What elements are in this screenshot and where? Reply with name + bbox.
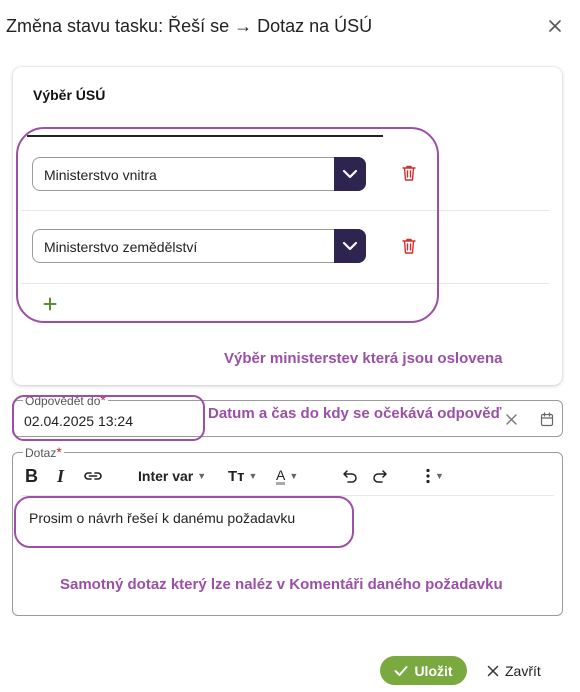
undo-button[interactable] — [342, 463, 358, 489]
link-button[interactable] — [83, 463, 103, 489]
text-size-icon: Tт — [228, 467, 245, 485]
trash-icon[interactable] — [401, 164, 417, 182]
annotation-deadline: Datum a čas do kdy se očekává odpověď — [208, 405, 502, 422]
ministry-select-2[interactable]: Ministerstvo zemědělství — [32, 229, 366, 263]
row-divider — [21, 283, 549, 284]
redo-button[interactable] — [372, 463, 388, 489]
annotation-query: Samotný dotaz který lze naléz v Komentář… — [60, 576, 503, 593]
close-label: Zavřít — [505, 662, 541, 679]
save-label: Uložit — [414, 662, 453, 679]
ministry-select-value: Ministerstvo zemědělství — [44, 239, 198, 255]
calendar-icon[interactable] — [540, 412, 554, 427]
dropdown-button[interactable] — [334, 157, 366, 191]
redo-icon — [373, 470, 387, 483]
clear-icon[interactable] — [505, 413, 518, 426]
add-icon[interactable] — [43, 297, 57, 311]
link-icon — [84, 472, 102, 480]
more-options-button[interactable]: ▼ — [425, 463, 444, 489]
ministry-select-1[interactable]: Ministerstvo vnitra — [32, 157, 366, 191]
editor-toolbar: B I Inter var ▼ Tт ▼ A ▼ ▼ — [13, 463, 562, 489]
deadline-value: 02.04.2025 13:24 — [24, 413, 133, 429]
undo-icon — [343, 470, 357, 483]
text-size-button[interactable]: Tт ▼ — [228, 463, 257, 489]
required-mark: * — [56, 444, 62, 460]
query-label: Dotaz* — [23, 444, 64, 460]
font-family-select[interactable]: Inter var ▼ — [138, 463, 206, 489]
check-icon — [394, 665, 408, 676]
bold-button[interactable]: B — [25, 463, 38, 489]
dialog-title: Změna stavu tasku: Řeší se → Dotaz na ÚS… — [6, 16, 373, 36]
usu-selection-card: Výběr ÚSÚ Ministerstvo vnitra Ministerst… — [13, 67, 562, 385]
save-button[interactable]: Uložit — [380, 656, 467, 685]
query-text[interactable]: Prosim o návrh řešeí k danému požadavku — [29, 510, 295, 526]
caret-down-icon: ▼ — [289, 471, 299, 481]
more-vertical-icon — [426, 468, 430, 484]
chevron-down-icon — [342, 169, 358, 179]
ministry-select-value: Ministerstvo vnitra — [44, 167, 157, 183]
row-divider — [21, 210, 549, 211]
dropdown-button[interactable] — [334, 229, 366, 263]
toolbar-divider — [21, 495, 554, 496]
deadline-label: Odpovědět do* — [23, 392, 108, 408]
italic-button[interactable]: I — [57, 463, 64, 489]
caret-down-icon: ▼ — [197, 471, 207, 481]
annotation-ministries: Výběr ministerstev která jsou oslovena — [224, 350, 503, 367]
tab-underline — [27, 135, 383, 137]
chevron-down-icon — [342, 241, 358, 251]
close-button[interactable]: Zavřít — [487, 656, 541, 685]
close-icon — [487, 665, 499, 676]
text-color-button[interactable]: A ▼ — [276, 463, 298, 489]
text-color-icon: A — [276, 466, 286, 485]
required-mark: * — [100, 392, 106, 408]
trash-icon[interactable] — [401, 237, 417, 255]
caret-down-icon: ▼ — [248, 471, 258, 481]
font-family-value: Inter var — [138, 468, 194, 484]
caret-down-icon: ▼ — [435, 471, 444, 481]
close-icon[interactable] — [546, 17, 564, 35]
card-title: Výběr ÚSÚ — [33, 87, 106, 103]
